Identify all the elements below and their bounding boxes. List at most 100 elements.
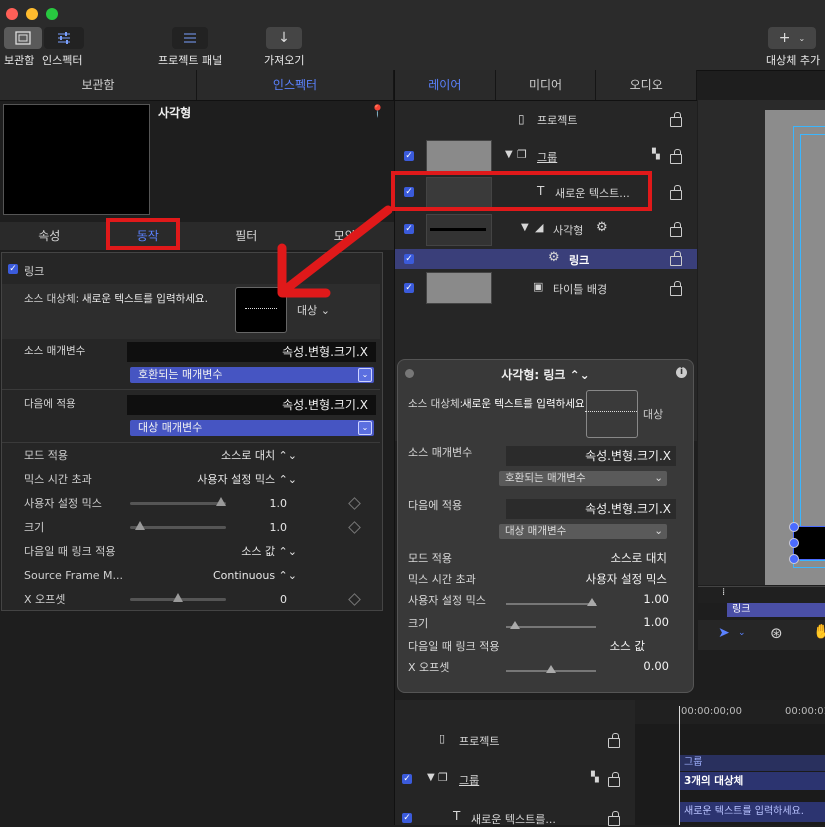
checkmark-icon[interactable]: ✓ xyxy=(402,813,412,823)
checkmark-icon[interactable]: ✓ xyxy=(404,254,414,264)
hand-tool-icon[interactable]: ✋ xyxy=(813,624,825,640)
hud-x-offset-value[interactable]: 0.00 xyxy=(643,659,669,673)
tab-properties[interactable]: 속성 xyxy=(0,222,99,250)
source-frame-mode-popup[interactable]: Continuous ⌃⌄ xyxy=(213,569,297,582)
minimize-window-button[interactable] xyxy=(26,8,38,20)
lock-icon[interactable] xyxy=(670,112,682,127)
layer-row-project[interactable]: ▯ 프로젝트 xyxy=(395,101,697,137)
orbit-tool-icon[interactable]: ⊛ xyxy=(770,624,783,642)
layer-row-rectangle[interactable]: ✓ ▼ ◢ 사각형 ⚙ xyxy=(395,211,697,247)
timeline-group-bar-title[interactable]: 그룹 xyxy=(680,755,825,771)
slider-knob[interactable] xyxy=(216,497,227,506)
tab-library[interactable]: 보관함 xyxy=(0,70,197,100)
mini-timeline-link-bar[interactable]: 링크 xyxy=(727,603,825,617)
hud-link-when-popup[interactable]: 소스 값 xyxy=(610,638,645,654)
custom-mix-slider[interactable] xyxy=(130,497,227,506)
slider-knob[interactable] xyxy=(134,521,145,530)
project-panel-button[interactable] xyxy=(172,27,208,49)
scale-value[interactable]: 1.0 xyxy=(270,521,288,534)
keyframe-diamond-icon[interactable] xyxy=(348,497,361,510)
select-tool-icon[interactable]: ➤ xyxy=(718,625,730,641)
blend-icon[interactable]: ▚ xyxy=(591,772,599,783)
timeline-ruler[interactable]: 00:00:00;00 00:00:01;0 xyxy=(635,700,825,724)
layer-row-link[interactable]: ✓ ⚙ 링크 xyxy=(395,249,697,269)
layer-row-group[interactable]: ✓ ▼ ❐ 그룹 ▚ xyxy=(395,138,697,174)
import-button[interactable]: ↓ xyxy=(266,27,302,49)
hud-target-label[interactable]: 대상 xyxy=(643,406,663,422)
lock-icon[interactable] xyxy=(608,772,620,787)
hud-apply-to-select[interactable]: 대상 매개변수 ⌄ xyxy=(499,524,667,539)
checkmark-icon[interactable]: ✓ xyxy=(404,224,414,234)
lock-icon[interactable] xyxy=(670,222,682,237)
disclosure-triangle-icon[interactable]: ▼ xyxy=(427,772,435,783)
inspector-toggle-button[interactable] xyxy=(44,27,84,49)
hud-x-offset-slider[interactable] xyxy=(506,665,596,673)
disclosure-triangle-icon[interactable]: ▼ xyxy=(505,149,513,160)
close-window-button[interactable] xyxy=(6,8,18,20)
pin-icon[interactable]: 📍 xyxy=(370,104,385,118)
mix-overtime-popup[interactable]: 사용자 설정 믹스 ⌃⌄ xyxy=(197,471,297,487)
add-object-button[interactable]: + ⌄ xyxy=(768,27,816,49)
hud-x-offset-label: X 오프셋 xyxy=(408,661,450,674)
chevron-down-icon[interactable]: ⌄ xyxy=(738,628,746,638)
source-param-field[interactable]: 속성.변형.크기.X xyxy=(127,342,376,362)
hud-panel[interactable]: 사각형: 링크 ⌃⌄ i 소스 대상체: 새로운 텍스트를 입력하세요 대상 소… xyxy=(397,359,694,693)
lock-icon[interactable] xyxy=(608,733,620,748)
hud-source-param-field[interactable]: 속성.변형.크기.X xyxy=(506,446,676,466)
apply-to-select[interactable]: 대상 매개변수 ⌄ xyxy=(130,420,374,436)
keyframe-diamond-icon[interactable] xyxy=(348,593,361,606)
selection-handle[interactable] xyxy=(789,554,799,564)
slider-knob[interactable] xyxy=(546,665,556,673)
tab-inspector[interactable]: 인스펙터 xyxy=(197,70,394,100)
tab-layers[interactable]: 레이어 xyxy=(395,70,496,100)
hud-scale-value[interactable]: 1.00 xyxy=(643,615,669,629)
hud-mode-apply-popup[interactable]: 소스로 대치 xyxy=(610,550,667,566)
source-param-select[interactable]: 호환되는 매개변수 ⌄ xyxy=(130,367,374,383)
layer-row-title-background[interactable]: ✓ ▣ 타이틀 배경 xyxy=(395,270,697,306)
hud-source-param-select[interactable]: 호환되는 매개변수 ⌄ xyxy=(499,471,667,486)
apply-to-field[interactable]: 속성.변형.크기.X xyxy=(127,395,376,415)
zoom-window-button[interactable] xyxy=(46,8,58,20)
x-offset-value[interactable]: 0 xyxy=(280,593,287,606)
lock-icon[interactable] xyxy=(670,149,682,164)
timeline-group-label: 그룹 xyxy=(459,774,480,787)
library-toggle-button[interactable] xyxy=(4,27,42,49)
layer-name: 링크 xyxy=(569,254,590,267)
hud-scale-slider[interactable] xyxy=(506,621,596,629)
disclosure-triangle-icon[interactable]: ▼ xyxy=(521,222,529,233)
playhead-icon[interactable]: ⁞ xyxy=(722,587,725,598)
link-when-popup[interactable]: 소스 값 ⌃⌄ xyxy=(241,543,297,559)
slider-knob[interactable] xyxy=(510,621,520,629)
scale-slider[interactable] xyxy=(130,521,226,530)
keyframe-diamond-icon[interactable] xyxy=(348,521,361,534)
lock-icon[interactable] xyxy=(670,251,682,266)
tab-audio[interactable]: 오디오 xyxy=(596,70,698,100)
checkmark-icon[interactable]: ✓ xyxy=(404,151,414,161)
custom-mix-value[interactable]: 1.0 xyxy=(270,497,288,510)
info-icon[interactable]: i xyxy=(676,367,687,378)
checkmark-icon[interactable]: ✓ xyxy=(402,774,412,784)
chevron-down-icon: ⌄ xyxy=(358,421,372,435)
tab-media[interactable]: 미디어 xyxy=(496,70,597,100)
slider-knob[interactable] xyxy=(173,593,183,602)
hud-source-object-well[interactable] xyxy=(585,390,638,438)
timeline-text-bar[interactable]: 새로운 텍스트를 입력하세요. xyxy=(680,802,825,822)
lock-icon[interactable] xyxy=(670,281,682,296)
checkmark-icon[interactable]: ✓ xyxy=(404,283,414,293)
selection-handle[interactable] xyxy=(789,538,799,548)
lock-icon[interactable] xyxy=(670,185,682,200)
timeline-group-bar[interactable]: 3개의 대상체 xyxy=(680,772,825,790)
hud-custom-mix-value[interactable]: 1.00 xyxy=(643,592,669,606)
mode-apply-popup[interactable]: 소스로 대치 ⌃⌄ xyxy=(221,447,297,463)
mini-timeline-ruler[interactable]: ⁞ xyxy=(698,586,825,603)
link-enable-checkbox[interactable]: ✓ xyxy=(8,264,18,274)
hud-title[interactable]: 사각형: 링크 ⌃⌄ xyxy=(398,366,693,383)
hud-custom-mix-slider[interactable] xyxy=(506,598,597,606)
hud-mix-overtime-popup[interactable]: 사용자 설정 믹스 xyxy=(586,571,667,587)
hud-apply-to-field[interactable]: 속성.변형.크기.X xyxy=(506,499,676,519)
selection-handle[interactable] xyxy=(789,522,799,532)
gear-icon[interactable]: ⚙ xyxy=(596,220,608,235)
blend-icon[interactable]: ▚ xyxy=(652,149,660,160)
slider-knob[interactable] xyxy=(586,598,597,606)
x-offset-slider[interactable] xyxy=(130,593,226,602)
